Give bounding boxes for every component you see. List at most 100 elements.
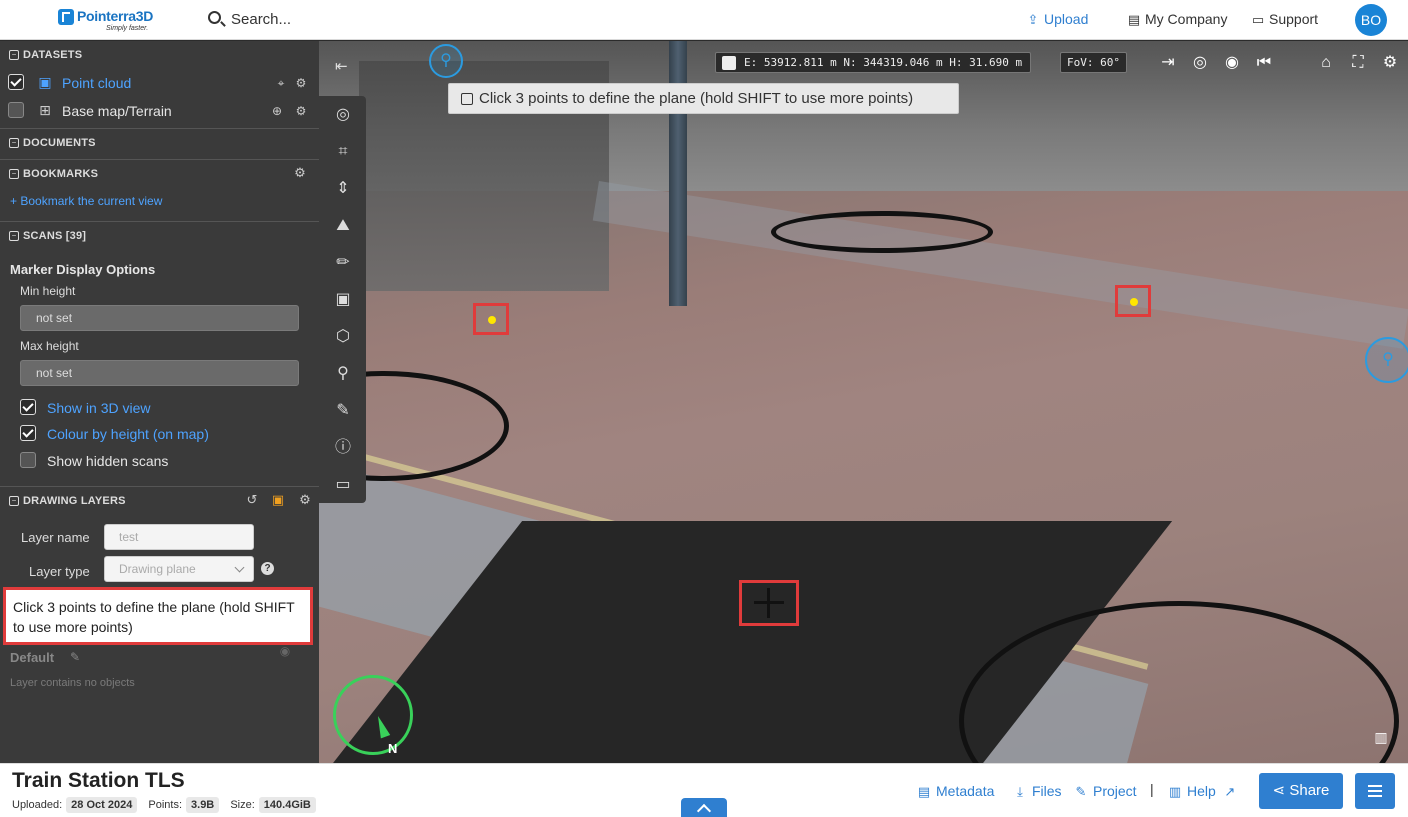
draw-icon[interactable]: ✎ <box>332 400 354 422</box>
bookmarks-title: BOOKMARKS <box>23 168 99 180</box>
min-height-input[interactable]: not set <box>20 305 299 331</box>
share-icon: ⋖ <box>1272 782 1290 799</box>
locate-icon[interactable]: ◎ <box>332 104 354 126</box>
uploaded-value: 28 Oct 2024 <box>66 797 138 813</box>
layer-name-label: Layer name <box>21 530 90 545</box>
scans-header[interactable]: − SCANS [39] <box>0 221 319 249</box>
plane-point-marker[interactable] <box>473 303 509 335</box>
bookmark-current-view-link[interactable]: + Bookmark the current view <box>10 194 162 208</box>
share-button[interactable]: ⋖ Share <box>1259 773 1343 809</box>
size-value: 140.4GiB <box>258 797 316 813</box>
files-link[interactable]: ⤓ Files <box>1012 783 1061 800</box>
collapse-panel-icon[interactable]: ⇤ <box>335 57 348 75</box>
scan-position-icon[interactable]: ⚲ <box>1365 337 1408 383</box>
colour-by-height-checkbox[interactable] <box>20 425 36 441</box>
map-toggle-icon[interactable]: ▥ <box>1371 729 1391 747</box>
plane-icon[interactable]: ▣ <box>332 289 354 311</box>
book-icon: ▥ <box>1168 784 1182 799</box>
show-3d-checkbox[interactable] <box>20 399 36 415</box>
layer-type-select[interactable]: Drawing plane <box>104 556 254 582</box>
gear-icon[interactable]: ⚙ <box>293 166 307 180</box>
globe-icon[interactable]: ⊕ <box>270 104 284 118</box>
base-map-checkbox[interactable] <box>8 102 24 118</box>
terrain-icon[interactable]: ⛰ <box>332 215 354 237</box>
support-link[interactable]: ▭ Support <box>1251 11 1318 28</box>
pointerra-logo-icon <box>722 56 736 70</box>
search-box[interactable]: Search... <box>206 8 406 32</box>
pin-icon[interactable]: ⚲ <box>332 363 354 385</box>
eye-icon[interactable]: ◉ <box>278 644 292 658</box>
scan-position-icon[interactable]: ⚲ <box>429 44 463 78</box>
focus-icon[interactable]: ⌖ <box>274 76 288 90</box>
point-cloud-label[interactable]: Point cloud <box>62 75 131 91</box>
crop-icon[interactable]: ⌗ <box>332 141 354 163</box>
layers-icon[interactable]: ⬡ <box>332 326 354 348</box>
fullscreen-icon[interactable]: ⛶ <box>1347 52 1369 74</box>
gear-icon[interactable]: ⚙ <box>298 493 312 507</box>
section-icon[interactable]: ⇕ <box>332 178 354 200</box>
documents-header[interactable]: − DOCUMENTS <box>0 128 319 156</box>
compass[interactable]: N <box>333 675 413 756</box>
metadata-icon: ▤ <box>917 784 931 799</box>
datasets-header[interactable]: − DATASETS <box>0 41 319 69</box>
menu-button[interactable] <box>1355 773 1395 809</box>
fov-readout[interactable]: FoV: 60° <box>1060 52 1127 73</box>
undo-icon[interactable]: ↺ <box>245 493 259 507</box>
plane-point-marker[interactable] <box>1115 285 1151 317</box>
project-link[interactable]: ✎ Project <box>1073 783 1137 800</box>
gear-icon[interactable]: ⚙ <box>294 104 308 118</box>
user-avatar[interactable]: BO <box>1355 4 1387 36</box>
drawing-hint: Click 3 points to define the plane (hold… <box>3 587 313 645</box>
point-cloud-icon: ▣ <box>38 74 52 90</box>
drawing-layers-header[interactable]: − DRAWING LAYERS ↺ ▣ ⚙ <box>0 486 319 514</box>
help-icon[interactable]: ? <box>261 562 274 575</box>
bookmarks-header[interactable]: − BOOKMARKS ⚙ <box>0 159 319 187</box>
edit-icon[interactable]: ✎ <box>68 650 82 664</box>
save-icon[interactable]: ▣ <box>271 493 285 507</box>
enter-icon[interactable]: ⇥ <box>1157 52 1179 74</box>
help-label: Help <box>1187 783 1216 799</box>
point-cloud-checkbox[interactable] <box>8 74 24 90</box>
top-bar: Pointerra3D Simply faster. Search... ⇪ Up… <box>0 0 1408 40</box>
support-label: Support <box>1269 11 1319 27</box>
ruler-icon[interactable]: ✏ <box>332 252 354 274</box>
metadata-link[interactable]: ▤ Metadata <box>916 783 995 800</box>
rewind-icon[interactable]: ⏮ <box>1253 52 1275 74</box>
upload-link[interactable]: ⇪ Upload <box>1026 11 1089 28</box>
show-3d-label[interactable]: Show in 3D view <box>47 400 151 416</box>
max-height-input[interactable]: not set <box>20 360 299 386</box>
compass-north-label: N <box>388 741 398 756</box>
colour-by-height-label[interactable]: Colour by height (on map) <box>47 426 209 442</box>
collapse-toggle-icon: − <box>9 138 19 148</box>
show-hidden-label[interactable]: Show hidden scans <box>47 453 168 469</box>
search-input[interactable]: Search... <box>231 11 291 28</box>
help-link[interactable]: ▥ Help ↗ <box>1167 783 1242 800</box>
info-icon[interactable]: ⓘ <box>332 437 354 459</box>
3d-viewport[interactable]: ⚲ ⚲ E: 53912.811 m N: 344319.046 m H: 31… <box>319 41 1408 763</box>
drawing-layers-title: DRAWING LAYERS <box>23 495 126 507</box>
download-icon: ⤓ <box>1017 784 1023 799</box>
scans-title: SCANS [39] <box>23 230 87 242</box>
pointerra-logo[interactable]: Pointerra3D Simply faster. <box>58 7 158 35</box>
documents-title: DOCUMENTS <box>23 137 96 149</box>
hamburger-icon <box>1368 795 1382 797</box>
video-icon[interactable]: ▭ <box>332 474 354 496</box>
expand-chevron-up-icon[interactable] <box>681 798 727 817</box>
base-map-label[interactable]: Base map/Terrain <box>62 103 172 119</box>
home-icon[interactable]: ⌂ <box>1315 52 1337 74</box>
dataset-row-base-map: ⊞ Base map/Terrain ⊕ ⚙ <box>0 97 319 123</box>
project-icon: ✎ <box>1075 784 1087 799</box>
default-layer-name[interactable]: Default <box>10 650 54 665</box>
collapse-toggle-icon: − <box>9 496 19 506</box>
points-value: 3.9B <box>186 797 220 813</box>
bottom-bar: Train Station TLS Uploaded: 28 Oct 2024 P… <box>0 763 1408 817</box>
my-company-link[interactable]: ▤ My Company <box>1127 11 1228 28</box>
eye-icon[interactable]: ◉ <box>1221 52 1243 74</box>
navigate-icon[interactable]: ◎ <box>1189 52 1211 74</box>
show-hidden-checkbox[interactable] <box>20 452 36 468</box>
gear-icon[interactable]: ⚙ <box>1379 52 1401 74</box>
gear-icon[interactable]: ⚙ <box>294 76 308 90</box>
collapse-toggle-icon: − <box>9 231 19 241</box>
dataset-row-point-cloud: ▣ Point cloud ⌖ ⚙ <box>0 69 319 95</box>
layer-name-input[interactable]: test <box>104 524 254 550</box>
